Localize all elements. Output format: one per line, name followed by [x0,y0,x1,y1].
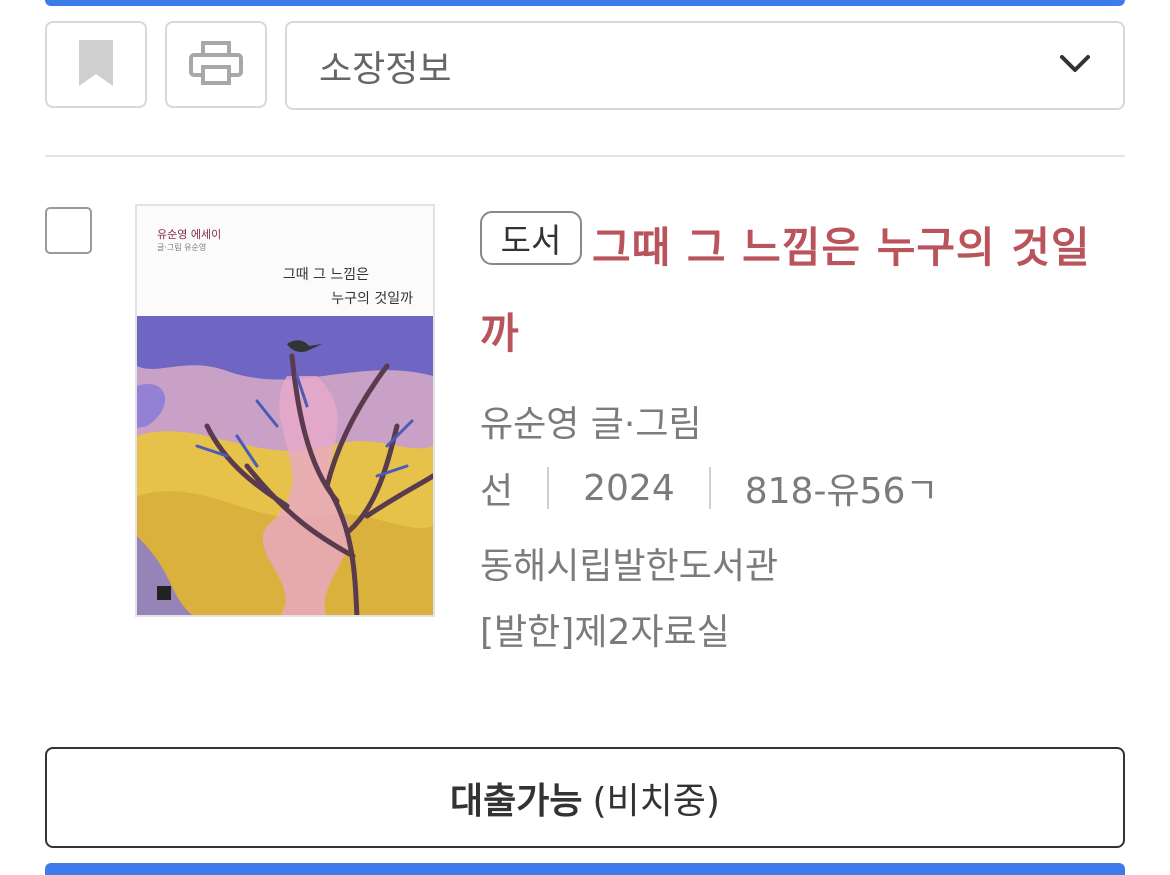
cover-series-text: 유순영 에세이 [157,228,222,241]
cover-painting [137,316,433,615]
publisher-text: 선 [480,471,514,512]
cover-byline-text: 글·그림 유순영 [157,243,207,252]
year-text: 2024 [583,467,675,509]
holdings-select-value: 소장정보 [319,48,452,90]
location-room: [발한]제2자료실 [480,612,730,653]
printer-icon [189,40,243,89]
availability-button[interactable]: 대출가능 (비치중) [45,747,1125,848]
library-name: 동해시립발한도서관 [480,546,779,587]
select-result-checkbox[interactable] [45,207,92,254]
divider [45,155,1125,157]
separator [708,467,711,509]
cover-title-line2: 누구의 것일까 [331,291,413,307]
publication-info: 선 2024 818-유56ㄱ [480,462,939,514]
holdings-select[interactable]: 소장정보 [285,21,1125,110]
separator [547,467,550,509]
cover-title-line1: 그때 그 느낌은 [282,267,369,283]
bookmark-button[interactable] [45,21,147,108]
print-button[interactable] [165,21,267,108]
bottom-accent-bar [45,863,1125,875]
availability-status: 대출가능 [450,780,583,822]
author-text: 유순영 글·그림 [480,404,702,445]
material-type-badge: 도서 [480,211,582,265]
book-cover-image[interactable]: 유순영 에세이 글·그림 유순영 그때 그 느낌은 누구의 것일까 [135,204,435,617]
call-number-text: 818-유56ㄱ [744,471,939,512]
bookmark-icon [76,38,116,92]
availability-substatus: (비치중) [592,780,720,822]
chevron-down-icon [1059,54,1091,78]
top-accent-bar [45,0,1125,6]
